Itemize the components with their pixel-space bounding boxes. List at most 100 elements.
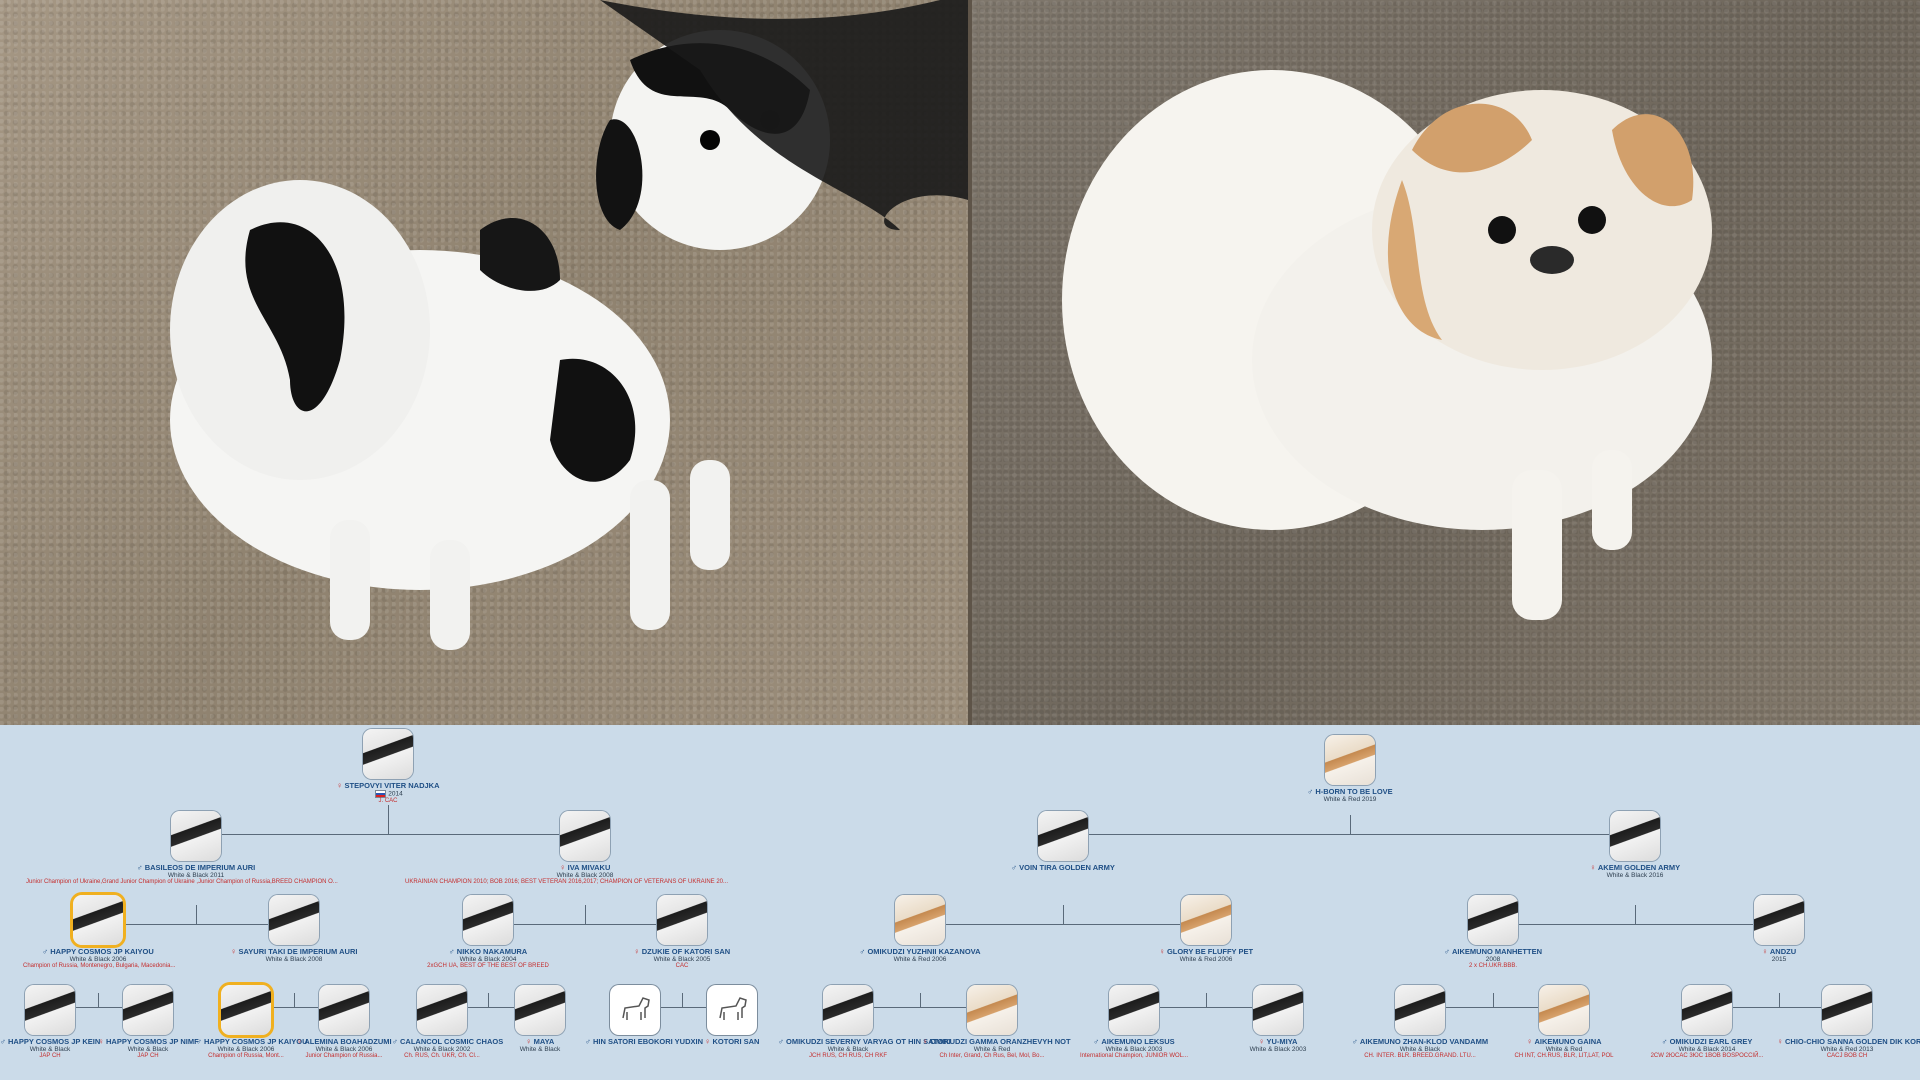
dog-thumbnail[interactable] [1539, 985, 1589, 1035]
dog-meta: White & Black [827, 1046, 869, 1053]
dog-name: CHIO-CHIO SANNA GOLDEN DIK KOR [1785, 1037, 1920, 1046]
pedigree-node-g3[interactable]: ♀ AIKEMUNO GAINA White & Red CH INT, CH.R… [1494, 985, 1634, 1059]
dog-thumbnail[interactable] [1822, 985, 1872, 1035]
dog-meta: White & Black 2006 [69, 956, 127, 963]
dog-thumbnail[interactable] [1253, 985, 1303, 1035]
pedigree-node-granddam[interactable]: ♀ DZUKIE OF KATORI SAN White & Black 2005… [607, 895, 757, 969]
dog-thumbnail[interactable] [73, 895, 123, 945]
dog-meta: White & Black 2014 [1678, 1046, 1736, 1053]
dog-titles: J. CAC [378, 798, 398, 804]
pedigree-node-g3[interactable]: ♀ MAYA White & Black [490, 985, 590, 1053]
dog-thumbnail[interactable] [1109, 985, 1159, 1035]
dog-titles: UKRAINIAN CHAMPION 2010; BOB 2016; BEST … [405, 879, 728, 885]
dog-name: YU-MIYA [1266, 1037, 1298, 1046]
dog-thumbnail[interactable] [895, 895, 945, 945]
dog-thumbnail[interactable] [515, 985, 565, 1035]
dog-placeholder-icon[interactable] [707, 985, 757, 1035]
pedigree-node-sire[interactable]: ♂ VOIN TIRA GOLDEN ARMY [993, 811, 1133, 872]
dog-thumbnail[interactable] [1754, 895, 1804, 945]
dog-thumbnail[interactable] [171, 811, 221, 861]
dog-name: HAPPY COSMOS JP KEIN [8, 1037, 101, 1046]
pedigree-node-g3[interactable]: ♀ KOTORI SAN [682, 985, 782, 1046]
dog-thumbnail[interactable] [417, 985, 467, 1035]
dog-titles: 2xGCH UA, BEST OF THE BEST OF BREED [427, 963, 549, 969]
pedigree-node-g3[interactable]: ♂ HAPPY COSMOS JP KEIN White & Black JAP … [0, 985, 100, 1059]
dog-meta: White & Black 2003 [1249, 1046, 1307, 1053]
pedigree-node-grandsire[interactable]: ♂ AIKEMUNO MANHETTEN 2008 2 x CH.UKR.BBB. [1423, 895, 1563, 969]
dog-thumbnail[interactable] [463, 895, 513, 945]
dog-thumbnail[interactable] [560, 811, 610, 861]
dog-name: AIKEMUNO LEKSUS [1101, 1037, 1175, 1046]
dog-thumbnail[interactable] [363, 729, 413, 779]
pedigree-node-grandsire[interactable]: ♂ NIKKO NAKAMURA White & Black 2004 2xGCH… [413, 895, 563, 969]
dog-thumbnail[interactable] [123, 985, 173, 1035]
dog-name: SAYURI TAKI DE IMPERIUM AURI [238, 947, 358, 956]
dog-thumbnail[interactable] [657, 895, 707, 945]
pedigree-node-g3[interactable]: ♀ HAPPY COSMOS JP NIMF White & Black JAP … [98, 985, 199, 1059]
dog-thumbnail[interactable] [1325, 735, 1375, 785]
dog-titles: Junior Champion of Ukraine,Grand Junior … [26, 879, 338, 885]
dog-meta: White & Black [29, 1046, 71, 1053]
pedigree-node-g3[interactable]: ♂ AIKEMUNO ZHAN-KLOD VANDAMM White & Blac… [1350, 985, 1490, 1059]
pedigree-node-g3[interactable]: ♂ OMIKUDZI SEVERNY VARYAG OT HIN SATORI W… [778, 985, 951, 1059]
dog-name: VOIN TIRA GOLDEN ARMY [1019, 863, 1115, 872]
pedigree-node-g3[interactable]: ♀ ALEMINA BOAHADZUMI White & Black 2006 J… [294, 985, 394, 1059]
dog-meta: White & Black 2008 [265, 956, 323, 963]
dog-thumbnail[interactable] [269, 895, 319, 945]
male-icon: ♂ [1661, 1037, 1668, 1046]
pedigree-node-granddam[interactable]: ♀ SAYURI TAKI DE IMPERIUM AURI White & Bl… [219, 895, 369, 963]
dog-name: H-BORN TO BE LOVE [1315, 787, 1393, 796]
dog-meta: White & Black 2016 [1606, 872, 1664, 879]
male-icon: ♂ [1307, 787, 1314, 796]
dog-thumbnail[interactable] [967, 985, 1017, 1035]
pedigree-node-g3[interactable]: ♀ YU-MIYA White & Black 2003 [1208, 985, 1348, 1053]
pedigree-node-g3[interactable]: ♂ AIKEMUNO LEKSUS White & Black 2003 Inte… [1064, 985, 1204, 1059]
male-icon: ♂ [42, 947, 49, 956]
dog-thumbnail[interactable] [1038, 811, 1088, 861]
dog-thumbnail[interactable] [1395, 985, 1445, 1035]
male-icon: ♂ [0, 1037, 6, 1046]
pedigree-node-g3[interactable]: ♀ OMIKUDZI GAMMA ORANZHEVYH NOT White & R… [922, 985, 1071, 1059]
dog-meta: 2014 [388, 790, 403, 798]
pedigree-node-g3[interactable]: ♂ HIN SATORI EBOKORI YUDXIN [585, 985, 703, 1046]
dog-titles: Champion of Russia, Montenegro, Bulgaria… [23, 963, 176, 969]
male-icon: ♂ [585, 1037, 591, 1046]
pedigree-node-dam[interactable]: ♀ IVA MIVAKU White & Black 2008 UKRAINIAN… [405, 811, 728, 885]
dog-thumbnail[interactable] [1682, 985, 1732, 1035]
pedigree-node-granddam[interactable]: ♀ GLORY BE FLUFFY PET White & Red 2006 [1136, 895, 1276, 963]
dog-name: ALEMINA BOAHADZUMI [304, 1037, 392, 1046]
pedigree-node-granddam[interactable]: ♀ ANDZU 2015 [1709, 895, 1849, 963]
dog-titles: 2 x CH.UKR.BBB. [1468, 963, 1517, 969]
dog-name: CALANCOL COSMIC CHAOS [400, 1037, 504, 1046]
pedigree-node-dam[interactable]: ♀ AKEMI GOLDEN ARMY White & Black 2016 [1565, 811, 1705, 879]
dog-name: STEPOVYI VITER NADJKA [344, 781, 440, 790]
pedigree-node-grandsire[interactable]: ♂ HAPPY COSMOS JP KAIYOU White & Black 20… [23, 895, 176, 969]
dog-meta: White & Black 2011 [167, 872, 225, 879]
pedigree-node-grandsire[interactable]: ♂ OMIKUDZI YUZHNII KAZANOVA White & Red 2… [850, 895, 990, 963]
dog-thumbnail[interactable] [1468, 895, 1518, 945]
pedigree-node-root-right[interactable]: ♂ H-BORN TO BE LOVE White & Red 2019 [1280, 735, 1420, 803]
dog-placeholder-icon[interactable] [610, 985, 660, 1035]
pedigree-node-g3[interactable]: ♂ OMIKUDZI EARL GREY White & Black 2014 2… [1637, 985, 1777, 1059]
dog-thumbnail[interactable] [1181, 895, 1231, 945]
female-icon: ♀ [296, 1037, 303, 1046]
dog-thumbnail[interactable] [25, 985, 75, 1035]
pedigree-node-g3[interactable]: ♂ CALANCOL COSMIC CHAOS White & Black 200… [392, 985, 503, 1059]
dog-name: DZUKIE OF KATORI SAN [641, 947, 731, 956]
red-white-chin-illustration [1062, 70, 1712, 620]
dog-name: GLORY BE FLUFFY PET [1166, 947, 1254, 956]
female-icon: ♀ [230, 947, 237, 956]
dog-thumbnail[interactable] [823, 985, 873, 1035]
dog-titles: JCH RUS, CH RUS, CH RKF [808, 1053, 887, 1059]
pedigree-node-sire[interactable]: ♂ BASILEOS DE IMPERIUM AURI White & Black… [26, 811, 338, 885]
dog-titles: CH INT, CH.RUS, BLR, LIT,LAT, POL [1514, 1053, 1614, 1059]
pedigree-node-root-left[interactable]: ♀ STEPOVYI VITER NADJKA 2014 J. CAC [318, 729, 458, 804]
pedigree-node-g3[interactable]: ♂ HAPPY COSMOS JP KAIYOU White & Black 20… [196, 985, 308, 1059]
dog-name: AIKEMUNO ZHAN-KLOD VANDAMM [1359, 1037, 1489, 1046]
dog-thumbnail[interactable] [319, 985, 369, 1035]
dog-thumbnail[interactable] [1610, 811, 1660, 861]
pedigree-node-g3[interactable]: ♀ CHIO-CHIO SANNA GOLDEN DIK KOR White & … [1777, 985, 1920, 1059]
female-icon: ♀ [922, 1037, 928, 1046]
dog-thumbnail[interactable] [221, 985, 271, 1035]
female-icon: ♀ [525, 1037, 532, 1046]
